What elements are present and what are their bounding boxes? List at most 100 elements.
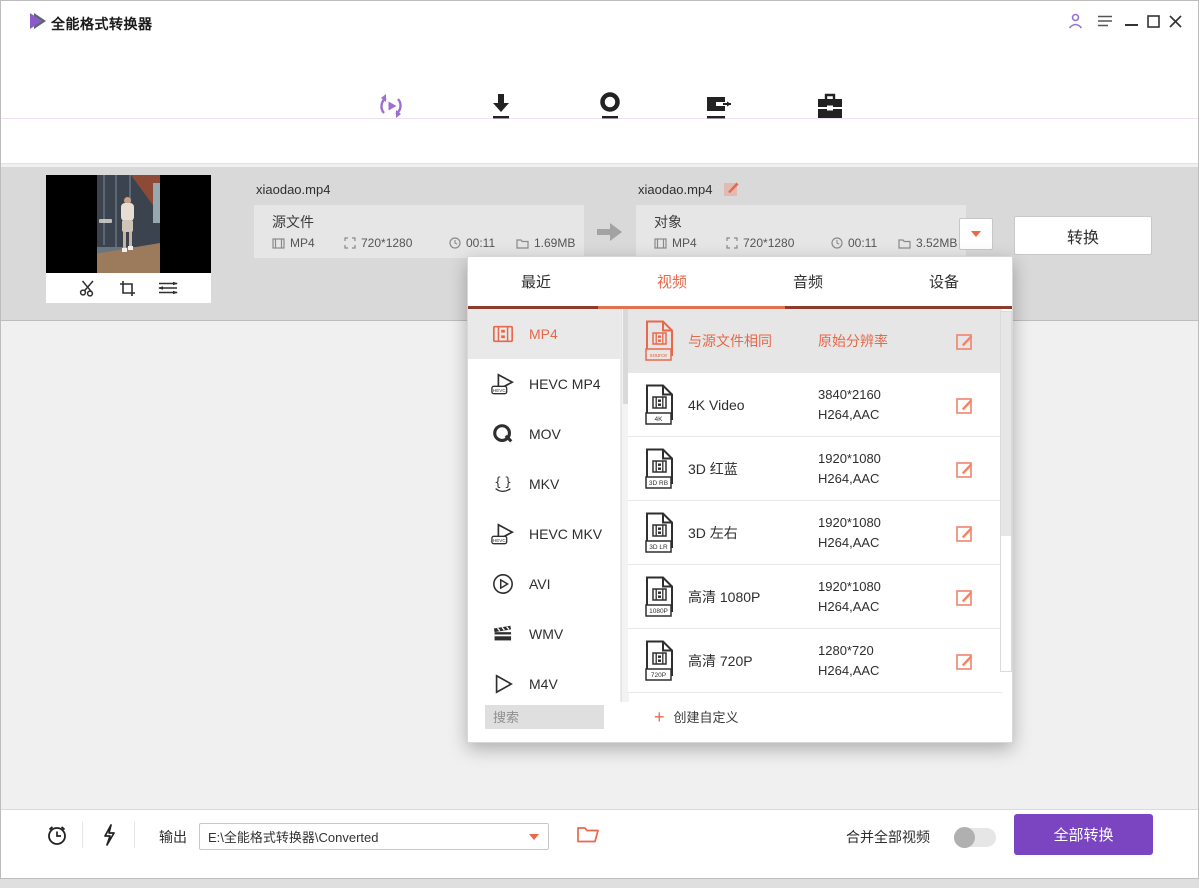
target-format-dropdown-button[interactable] (959, 218, 993, 250)
format-picker-popup: 最近 视频 音频 设备 MP4 HEVC HEVC MP4 (467, 256, 1013, 743)
format-item-mkv[interactable]: { } MKV (468, 459, 620, 509)
edit-preset-icon[interactable] (956, 460, 974, 483)
preset-specs: 1280*720H264,AAC (818, 641, 879, 681)
svg-text:HEVC: HEVC (493, 538, 506, 543)
menu-icon[interactable] (1095, 12, 1115, 30)
edit-preset-icon[interactable] (956, 332, 974, 355)
folder-icon (516, 238, 529, 249)
rename-edit-icon[interactable] (723, 180, 740, 197)
preset-name: 4K Video (688, 373, 745, 437)
preset-row-3d-rb[interactable]: 3D RB 3D 红蓝 1920*1080H264,AAC (628, 437, 1002, 501)
preset-specs: 1920*1080H264,AAC (818, 449, 881, 489)
convert-button[interactable]: 转换 (1014, 216, 1152, 255)
preset-row-hd-720p[interactable]: 720P 高清 720P 1280*720H264,AAC (628, 629, 1002, 693)
popup-tab-device[interactable]: 设备 (876, 257, 1012, 306)
preset-list-scrollbar[interactable] (1000, 311, 1012, 672)
format-item-label: M4V (529, 676, 558, 692)
format-item-mp4[interactable]: MP4 (468, 309, 620, 359)
schedule-alarm-icon[interactable] (45, 823, 69, 847)
preset-resolution: 原始分辨率 (818, 309, 888, 373)
format-item-mov[interactable]: MOV (468, 409, 620, 459)
toggle-knob (954, 827, 975, 848)
mp4-film-icon (490, 323, 516, 345)
search-input[interactable] (485, 705, 604, 729)
target-format: MP4 (672, 236, 697, 250)
popup-tab-recent[interactable]: 最近 (468, 257, 604, 306)
thumbnail-image (97, 175, 160, 273)
preset-row-3d-lr[interactable]: 3D LR 3D 左右 1920*1080H264,AAC (628, 501, 1002, 565)
open-folder-icon[interactable] (577, 825, 599, 843)
svg-text:1080P: 1080P (649, 608, 668, 615)
convert-all-button[interactable]: 全部转换 (1014, 814, 1153, 855)
format-item-label: AVI (529, 576, 551, 592)
format-item-hevc-mkv[interactable]: HEVC HEVC MKV (468, 509, 620, 559)
format-item-label: MOV (529, 426, 561, 442)
format-item-label: HEVC MP4 (529, 376, 601, 392)
preset-codec: H264,AAC (818, 533, 881, 553)
format-item-m4v[interactable]: M4V (468, 659, 620, 702)
format-list: MP4 HEVC HEVC MP4 MOV { } MKV (468, 309, 621, 702)
popup-tab-audio[interactable]: 音频 (740, 257, 876, 306)
output-path-dropdown[interactable]: E:\全能格式转换器\Converted (199, 823, 549, 850)
app-title: 全能格式转换器 (51, 14, 153, 34)
merge-videos-toggle[interactable] (954, 828, 996, 847)
crop-icon[interactable] (119, 280, 136, 297)
create-custom-label: 创建自定义 (674, 707, 739, 726)
bottom-bar: 输出 E:\全能格式转换器\Converted 合并全部视频 全部转换 (1, 809, 1198, 859)
popup-tab-video[interactable]: 视频 (604, 257, 740, 306)
preset-name: 3D 红蓝 (688, 437, 738, 501)
format-item-label: MKV (529, 476, 559, 492)
source-filename: xiaodao.mp4 (256, 182, 330, 197)
divider (134, 822, 135, 848)
trim-scissors-icon[interactable] (79, 279, 97, 297)
preset-row-same-as-source[interactable]: source 与源文件相同 原始分辨率 (628, 309, 1002, 373)
format-item-wmv[interactable]: WMV (468, 609, 620, 659)
preset-name: 与源文件相同 (688, 309, 772, 373)
edit-preset-icon[interactable] (956, 588, 974, 611)
user-icon[interactable] (1065, 12, 1085, 30)
preset-row-hd-1080p[interactable]: 1080P 高清 1080P 1920*1080H264,AAC (628, 565, 1002, 629)
preset-doc-icon: 3D LR (644, 512, 676, 559)
preset-list: source 与源文件相同 原始分辨率 4K 4K Video 3840*216… (628, 309, 1002, 693)
chevron-down-icon (971, 231, 981, 237)
preset-codec: H264,AAC (818, 469, 881, 489)
quicktime-icon (490, 423, 516, 445)
preset-name: 高清 720P (688, 629, 753, 693)
preset-name: 3D 左右 (688, 501, 738, 565)
scrollbar-thumb[interactable] (1001, 312, 1011, 536)
preset-specs: 3840*2160H264,AAC (818, 385, 881, 425)
clapperboard-icon (490, 623, 516, 645)
edit-preset-icon[interactable] (956, 396, 974, 419)
output-label: 输出 (159, 827, 187, 847)
convert-icon (376, 85, 406, 121)
popup-tab-label: 视频 (657, 271, 687, 292)
source-resolution: 720*1280 (361, 236, 412, 250)
source-duration: 00:11 (466, 236, 495, 250)
source-info-panel: 源文件 MP4 720*1280 00:11 1.69MB (254, 205, 584, 258)
toolbar: 添加文件 加载DVD 转换中 转换完成 转换所有文件到: MP4 Video (1, 119, 1198, 164)
target-size: 3.52MB (916, 236, 957, 250)
target-resolution: 720*1280 (743, 236, 794, 250)
close-icon[interactable] (1165, 12, 1185, 30)
format-item-hevc-mp4[interactable]: HEVC HEVC MP4 (468, 359, 620, 409)
effects-sliders-icon[interactable] (158, 280, 178, 296)
edit-preset-icon[interactable] (956, 524, 974, 547)
play-circle-icon (490, 573, 516, 595)
transfer-icon (703, 85, 733, 121)
format-item-avi[interactable]: AVI (468, 559, 620, 609)
preset-resolution: 1920*1080 (818, 449, 881, 469)
maximize-icon[interactable] (1143, 12, 1163, 30)
video-thumbnail[interactable] (46, 175, 211, 273)
preset-specs: 1920*1080H264,AAC (818, 513, 881, 553)
svg-text:720P: 720P (651, 672, 666, 679)
plus-icon: + (654, 708, 665, 726)
preset-resolution: 1920*1080 (818, 577, 881, 597)
minimize-icon[interactable] (1121, 12, 1141, 30)
convert-button-label: 转换 (1067, 224, 1099, 248)
target-info-panel: 对象 MP4 720*1280 00:11 3.52MB (636, 205, 966, 258)
hardware-acceleration-icon[interactable] (101, 824, 117, 846)
film-icon (272, 238, 285, 249)
create-custom-button[interactable]: + 创建自定义 (654, 707, 739, 726)
preset-row-4k[interactable]: 4K 4K Video 3840*2160H264,AAC (628, 373, 1002, 437)
edit-preset-icon[interactable] (956, 652, 974, 675)
